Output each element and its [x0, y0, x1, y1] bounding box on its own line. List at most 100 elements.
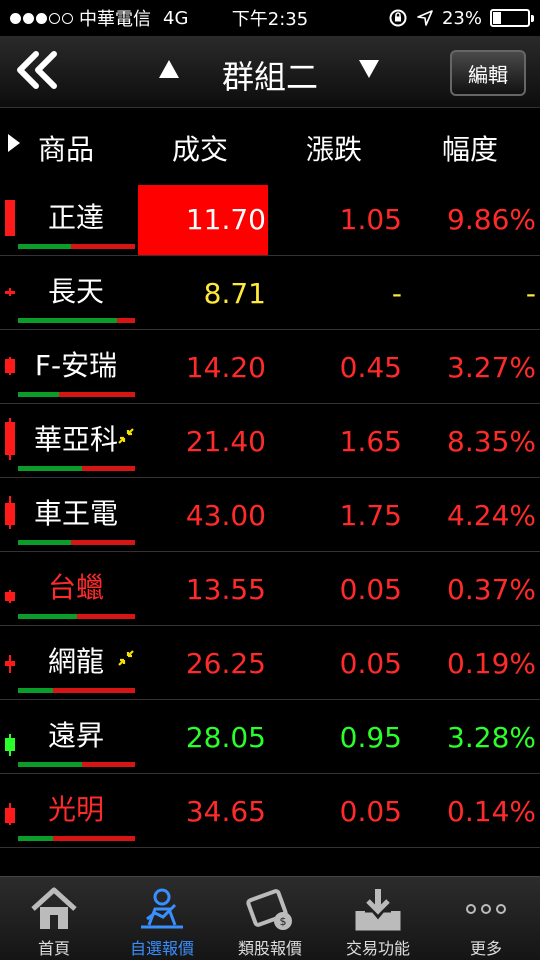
last-price: 43.00: [185, 499, 266, 532]
network-type: 4G: [163, 7, 189, 29]
tab-label: 首頁: [37, 939, 70, 958]
watchlist-table: 正達 11.70 1.05 9.86% 長天 8.71 - - F-安瑞 14.20 0.45 3.2…: [0, 182, 540, 848]
column-change[interactable]: 漲跌: [306, 128, 362, 168]
price-change: 0.45: [339, 351, 402, 384]
candlestick-icon: [3, 714, 17, 758]
candlestick-icon: [3, 344, 17, 388]
table-row[interactable]: F-安瑞 14.20 0.45 3.27%: [0, 330, 540, 404]
last-price: 13.55: [185, 573, 266, 606]
candlestick-icon: [3, 270, 17, 314]
previous-group-button[interactable]: [158, 56, 180, 86]
change-percent: 9.86%: [447, 203, 536, 236]
table-row[interactable]: 光明 34.65 0.05 0.14%: [0, 774, 540, 848]
tab-label: 更多: [469, 939, 502, 958]
table-row[interactable]: 長天 8.71 - -: [0, 256, 540, 330]
download-tray-icon: [355, 889, 401, 931]
stock-name: F-安瑞: [34, 349, 118, 382]
tab-trading[interactable]: 交易功能: [324, 877, 432, 960]
last-price: 14.20: [185, 351, 266, 384]
down-triangle-icon: [359, 60, 379, 78]
candlestick-icon: [3, 492, 17, 536]
price-change: 0.95: [339, 721, 402, 754]
candlestick-icon: [3, 196, 17, 240]
change-percent: 3.28%: [447, 721, 536, 754]
double-chevron-left-icon: [17, 51, 57, 89]
volume-ratio-bar: [18, 466, 135, 471]
volume-ratio-bar: [18, 318, 135, 323]
price-change: 1.05: [339, 203, 402, 236]
tab-sector-quotes[interactable]: $ 類股報價: [216, 877, 324, 960]
last-price: 8.71: [203, 277, 266, 310]
table-row[interactable]: 遠昇 28.05 0.95 3.28%: [0, 700, 540, 774]
column-name[interactable]: 商品: [38, 128, 94, 168]
last-price: 26.25: [185, 647, 266, 680]
group-title: 群組二: [221, 58, 318, 96]
volume-ratio-bar: [18, 762, 135, 767]
column-header: 商品 成交 漲跌 幅度: [0, 112, 540, 182]
stock-name: 長天: [47, 275, 104, 308]
location-arrow-icon: [417, 10, 433, 26]
change-percent: 8.35%: [447, 425, 536, 458]
volume-ratio-bar: [18, 244, 135, 249]
stock-name: 車王電: [33, 497, 118, 530]
table-row[interactable]: 華亞科 21.40 1.65 8.35%: [0, 404, 540, 478]
price-change: -: [391, 277, 402, 310]
volume-ratio-bar: [18, 688, 135, 693]
carrier-name: 中華電信: [79, 9, 151, 30]
change-percent: 3.27%: [447, 351, 536, 384]
home-icon: [31, 887, 77, 929]
tab-label: 自選報價: [129, 939, 194, 958]
up-triangle-icon: [159, 60, 179, 78]
signal-strength-icon: [10, 12, 73, 24]
battery-icon: [490, 9, 534, 27]
edit-button[interactable]: 編輯: [450, 50, 526, 96]
volume-ratio-bar: [18, 392, 135, 397]
last-price: 28.05: [185, 721, 266, 754]
tab-label: 交易功能: [345, 939, 410, 958]
table-row[interactable]: 車王電 43.00 1.75 4.24%: [0, 478, 540, 552]
price-change: 0.05: [339, 647, 402, 680]
change-percent: 0.19%: [447, 647, 536, 680]
stock-name: 正達: [47, 201, 104, 234]
volume-ratio-bar: [18, 614, 135, 619]
stock-name: 光明: [47, 793, 104, 826]
change-percent: -: [525, 277, 536, 310]
next-group-button[interactable]: [358, 56, 380, 86]
change-percent: 0.14%: [447, 795, 536, 828]
tab-more[interactable]: 更多: [432, 877, 540, 960]
change-percent: 4.24%: [447, 499, 536, 532]
status-bar: 中華電信 4G 下午2:35 23%: [0, 0, 540, 36]
column-price[interactable]: 成交: [172, 128, 228, 168]
last-price: 21.40: [185, 425, 266, 458]
rotation-lock-icon: [389, 9, 407, 27]
svg-text:$: $: [280, 915, 287, 928]
last-price: 34.65: [185, 795, 266, 828]
table-row[interactable]: 台蠟 13.55 0.05 0.37%: [0, 552, 540, 626]
stock-name: 台蠟: [47, 571, 104, 604]
back-button[interactable]: [14, 50, 62, 94]
candlestick-icon: [3, 566, 17, 610]
column-percent[interactable]: 幅度: [442, 128, 498, 168]
flash-arrows-icon: [116, 426, 136, 451]
candlestick-icon: [3, 418, 17, 462]
film-coin-icon: $: [246, 889, 292, 930]
candlestick-icon: [3, 788, 17, 832]
price-change: 0.05: [339, 795, 402, 828]
bottom-tab-bar: 首頁 自選報價 $ 類股報價 交易功能 更多: [0, 876, 540, 960]
expand-triangle-icon[interactable]: [8, 134, 20, 152]
price-change: 1.75: [339, 499, 402, 532]
table-row[interactable]: 網龍 26.25 0.05 0.19%: [0, 626, 540, 700]
candlestick-icon: [3, 640, 17, 684]
tab-home[interactable]: 首頁: [0, 877, 108, 960]
battery-percent: 23%: [441, 7, 482, 29]
volume-ratio-bar: [18, 836, 135, 841]
person-chart-icon: [141, 888, 183, 929]
tab-label: 類股報價: [237, 939, 302, 958]
price-change: 1.65: [339, 425, 402, 458]
last-price: 11.70: [138, 185, 268, 255]
volume-ratio-bar: [18, 540, 135, 545]
table-row[interactable]: 正達 11.70 1.05 9.86%: [0, 182, 540, 256]
more-dots-icon: [466, 904, 506, 914]
flash-arrows-icon: [116, 648, 136, 673]
tab-watchlist[interactable]: 自選報價: [108, 877, 216, 960]
